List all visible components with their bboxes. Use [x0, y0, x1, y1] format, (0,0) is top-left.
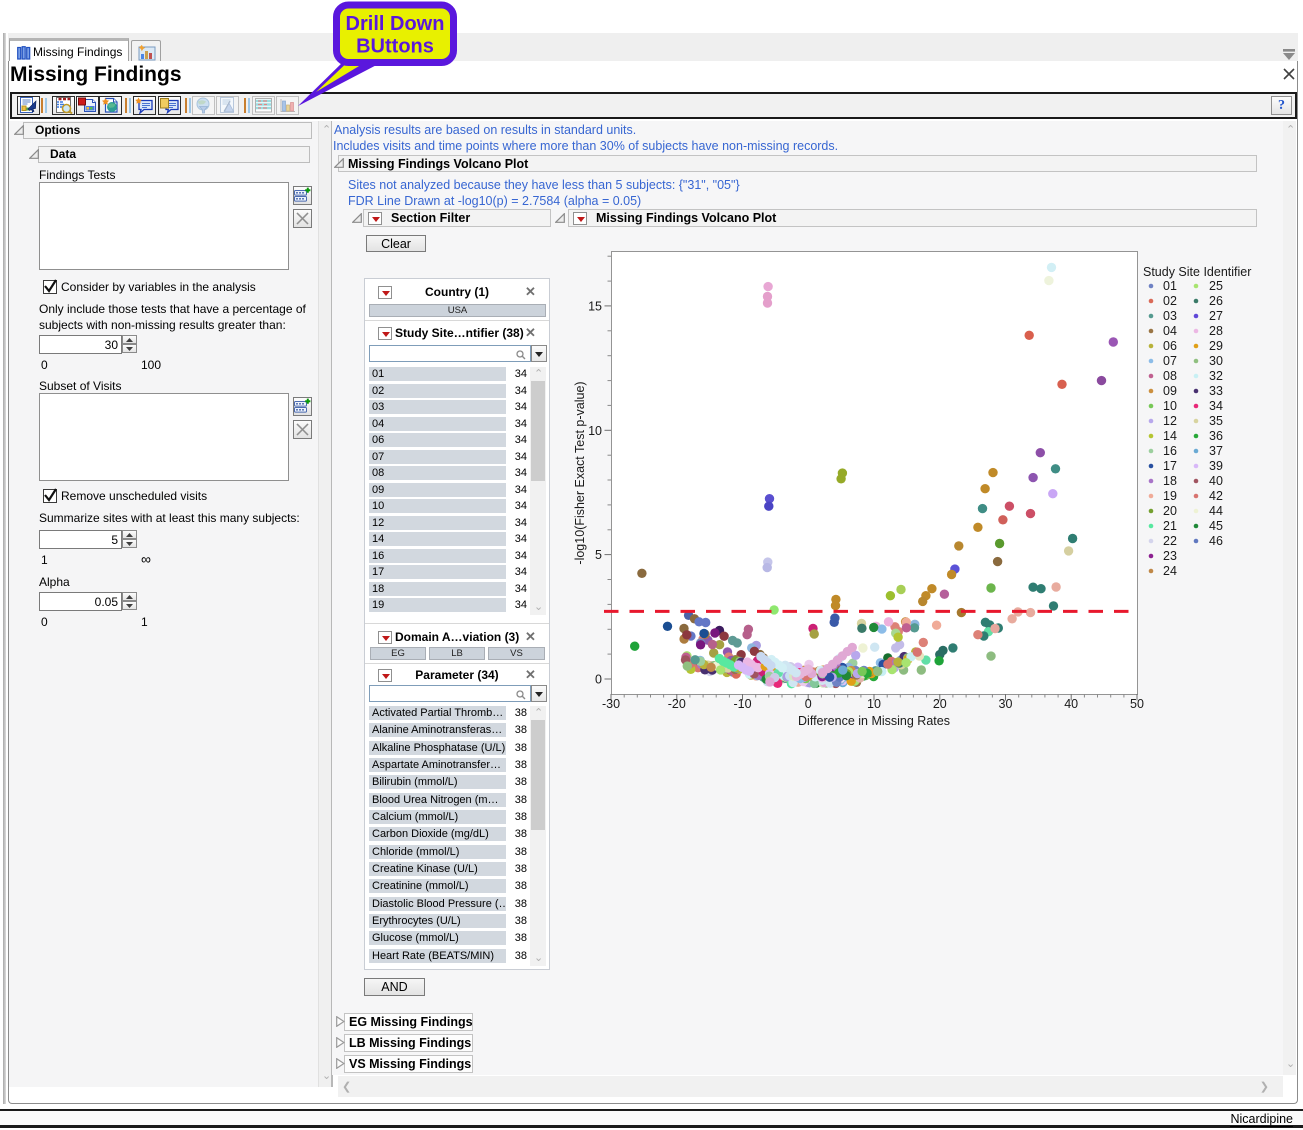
- svg-text:30: 30: [1209, 354, 1223, 368]
- svg-text:-30: -30: [602, 697, 620, 711]
- svg-text:09: 09: [1163, 384, 1177, 398]
- svg-text:14: 14: [1163, 429, 1177, 443]
- svg-text:35: 35: [1209, 414, 1223, 428]
- svg-text:40: 40: [1064, 697, 1078, 711]
- svg-text:08: 08: [1163, 369, 1177, 383]
- svg-text:-10: -10: [733, 697, 751, 711]
- svg-text:27: 27: [1209, 309, 1223, 323]
- svg-text:0: 0: [595, 673, 602, 687]
- svg-text:28: 28: [1209, 324, 1223, 338]
- svg-text:39: 39: [1209, 459, 1223, 473]
- svg-text:-log10(Fisher Exact Test p-val: -log10(Fisher Exact Test p-value): [573, 381, 587, 564]
- svg-text:42: 42: [1209, 489, 1223, 503]
- svg-text:5: 5: [595, 548, 602, 562]
- svg-text:Difference in Missing Rates: Difference in Missing Rates: [798, 714, 950, 728]
- svg-text:45: 45: [1209, 519, 1223, 533]
- svg-text:07: 07: [1163, 354, 1177, 368]
- svg-text:16: 16: [1163, 444, 1177, 458]
- svg-text:18: 18: [1163, 474, 1177, 488]
- svg-text:50: 50: [1130, 697, 1144, 711]
- svg-text:Drill Down: Drill Down: [346, 13, 445, 35]
- svg-text:03: 03: [1163, 309, 1177, 323]
- svg-text:30: 30: [999, 697, 1013, 711]
- svg-text:22: 22: [1163, 534, 1177, 548]
- svg-text:20: 20: [1163, 504, 1177, 518]
- svg-text:02: 02: [1163, 294, 1177, 308]
- svg-text:15: 15: [588, 299, 602, 313]
- svg-text:0: 0: [805, 697, 812, 711]
- svg-text:40: 40: [1209, 474, 1223, 488]
- svg-text:44: 44: [1209, 504, 1223, 518]
- svg-text:46: 46: [1209, 534, 1223, 548]
- svg-text:37: 37: [1209, 444, 1223, 458]
- svg-text:21: 21: [1163, 519, 1177, 533]
- svg-text:12: 12: [1163, 414, 1177, 428]
- svg-text:10: 10: [867, 697, 881, 711]
- svg-text:04: 04: [1163, 324, 1177, 338]
- svg-text:10: 10: [1163, 399, 1177, 413]
- svg-text:33: 33: [1209, 384, 1223, 398]
- svg-text:10: 10: [588, 424, 602, 438]
- svg-text:-20: -20: [668, 697, 686, 711]
- svg-text:36: 36: [1209, 429, 1223, 443]
- svg-text:06: 06: [1163, 339, 1177, 353]
- svg-text:BUttons: BUttons: [356, 36, 434, 58]
- svg-text:34: 34: [1209, 399, 1223, 413]
- svg-text:23: 23: [1163, 549, 1177, 563]
- svg-text:32: 32: [1209, 369, 1223, 383]
- svg-text:29: 29: [1209, 339, 1223, 353]
- svg-text:26: 26: [1209, 294, 1223, 308]
- svg-text:19: 19: [1163, 489, 1177, 503]
- svg-text:25: 25: [1209, 279, 1223, 293]
- svg-text:20: 20: [933, 697, 947, 711]
- svg-text:01: 01: [1163, 279, 1177, 293]
- svg-text:17: 17: [1163, 459, 1177, 473]
- svg-text:Study Site Identifier: Study Site Identifier: [1143, 265, 1251, 279]
- svg-text:24: 24: [1163, 564, 1177, 578]
